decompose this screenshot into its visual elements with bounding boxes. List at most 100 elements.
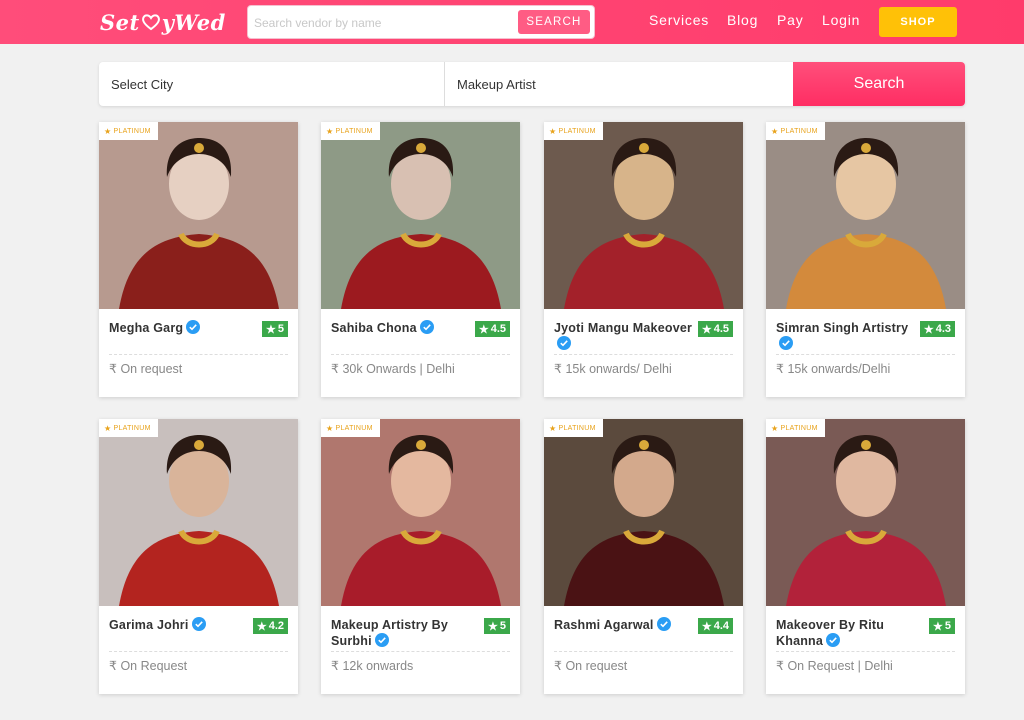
platinum-badge: ★ PLATINUM — [766, 122, 825, 140]
star-icon: ★ — [701, 620, 712, 633]
vendor-card[interactable]: ★ PLATINUM Rashmi Agarwal ★ 4.4 ₹ On req… — [544, 419, 743, 694]
vendor-card[interactable]: ★ PLATINUM Megha Garg ★ 5 ₹ On request — [99, 122, 298, 397]
rupee-icon: ₹ — [776, 659, 784, 673]
badge-label: PLATINUM — [113, 424, 151, 432]
nav-blog[interactable]: Blog — [727, 12, 758, 28]
rating-badge: ★ 5 — [262, 321, 288, 337]
category-select[interactable]: Makeup Artist — [445, 62, 793, 106]
filter-bar: Select City Makeup Artist Search — [99, 62, 965, 106]
badge-label: PLATINUM — [113, 127, 151, 135]
vendor-name[interactable]: Simran Singh Artistry — [776, 320, 916, 352]
verified-check-icon — [826, 633, 841, 647]
card-divider — [109, 354, 288, 355]
rating-value: 4.5 — [713, 323, 729, 335]
vendor-card[interactable]: ★ PLATINUM Garima Johri ★ 4.2 ₹ On Reque… — [99, 419, 298, 694]
vendor-price: ₹ On request — [109, 361, 182, 376]
vendor-name[interactable]: Jyoti Mangu Makeover — [554, 320, 694, 352]
rating-value: 4.5 — [490, 323, 506, 335]
nav-pay[interactable]: Pay — [777, 12, 804, 28]
rating-badge: ★ 5 — [929, 618, 955, 634]
vendor-name-text: Rashmi Agarwal — [554, 618, 654, 632]
card-divider — [109, 651, 288, 652]
rupee-icon: ₹ — [554, 362, 562, 376]
vendor-photo[interactable]: ★ PLATINUM — [99, 122, 298, 309]
rupee-icon: ₹ — [109, 362, 117, 376]
rating-value: 4.3 — [935, 323, 951, 335]
rupee-icon: ₹ — [331, 362, 339, 376]
bride-portrait-image — [766, 122, 965, 309]
vendor-price: ₹ On Request — [109, 658, 187, 673]
bride-portrait-image — [99, 122, 298, 309]
star-icon: ★ — [326, 423, 334, 433]
platinum-badge: ★ PLATINUM — [544, 122, 603, 140]
platinum-badge: ★ PLATINUM — [99, 419, 158, 437]
badge-label: PLATINUM — [558, 127, 596, 135]
vendor-card[interactable]: ★ PLATINUM Jyoti Mangu Makeover ★ 4.5 ₹ … — [544, 122, 743, 397]
platinum-badge: ★ PLATINUM — [99, 122, 158, 140]
verified-check-icon — [656, 617, 671, 631]
vendor-card[interactable]: ★ PLATINUM Makeover By Ritu Khanna ★ 5 ₹… — [766, 419, 965, 694]
star-icon: ★ — [771, 423, 779, 433]
logo[interactable]: Set yWed — [100, 7, 226, 37]
vendor-photo[interactable]: ★ PLATINUM — [99, 419, 298, 606]
star-icon: ★ — [488, 620, 498, 633]
vendor-name[interactable]: Garima Johri — [109, 617, 249, 633]
price-text: On request — [120, 362, 183, 376]
rating-badge: ★ 4.5 — [474, 321, 510, 337]
rating-badge: ★ 4.2 — [252, 618, 288, 634]
vendor-photo[interactable]: ★ PLATINUM — [766, 122, 965, 309]
badge-label: PLATINUM — [558, 424, 596, 432]
price-text: 15k onwards/Delhi — [787, 362, 891, 376]
rating-value: 5 — [499, 620, 506, 632]
vendor-price: ₹ On request — [554, 658, 627, 673]
vendor-price: ₹ 15k onwards/Delhi — [776, 361, 890, 376]
nav-login[interactable]: Login — [822, 12, 860, 28]
card-divider — [554, 354, 733, 355]
vendor-name-text: Makeup Artistry By Surbhi — [331, 618, 449, 648]
star-icon: ★ — [326, 126, 334, 136]
vendor-photo[interactable]: ★ PLATINUM — [321, 122, 520, 309]
platinum-badge: ★ PLATINUM — [321, 419, 380, 437]
card-divider — [776, 354, 955, 355]
star-icon: ★ — [104, 423, 112, 433]
card-divider — [331, 651, 510, 652]
vendor-card[interactable]: ★ PLATINUM Sahiba Chona ★ 4.5 ₹ 30k Onwa… — [321, 122, 520, 397]
city-select[interactable]: Select City — [99, 62, 445, 106]
rating-value: 5 — [277, 323, 284, 335]
vendor-name-text: Simran Singh Artistry — [776, 321, 909, 335]
shop-button[interactable]: SHOP — [879, 7, 957, 37]
bride-portrait-image — [321, 419, 520, 606]
vendor-name[interactable]: Sahiba Chona — [331, 320, 471, 336]
rating-badge: ★ 5 — [484, 618, 510, 634]
vendor-card[interactable]: ★ PLATINUM Makeup Artistry By Surbhi ★ 5… — [321, 419, 520, 694]
vendor-search-button[interactable]: SEARCH — [518, 10, 590, 34]
platinum-badge: ★ PLATINUM — [766, 419, 825, 437]
verified-check-icon — [374, 633, 389, 647]
rupee-icon: ₹ — [109, 659, 117, 673]
vendor-search-input[interactable] — [254, 12, 509, 34]
price-text: 12k onwards — [342, 659, 414, 673]
vendor-name[interactable]: Makeover By Ritu Khanna — [776, 617, 916, 649]
price-text: On Request | Delhi — [787, 659, 893, 673]
platinum-badge: ★ PLATINUM — [544, 419, 603, 437]
card-divider — [554, 651, 733, 652]
vendor-photo[interactable]: ★ PLATINUM — [766, 419, 965, 606]
star-icon: ★ — [933, 620, 943, 633]
vendor-name-text: Jyoti Mangu Makeover — [554, 321, 693, 335]
vendor-card[interactable]: ★ PLATINUM Simran Singh Artistry ★ 4.3 ₹… — [766, 122, 965, 397]
verified-check-icon — [186, 320, 201, 334]
verified-check-icon — [557, 336, 571, 350]
vendor-photo[interactable]: ★ PLATINUM — [321, 419, 520, 606]
vendor-name[interactable]: Makeup Artistry By Surbhi — [331, 617, 471, 649]
filter-search-button[interactable]: Search — [793, 62, 965, 106]
nav-services[interactable]: Services — [649, 12, 709, 28]
logo-text-right: yWed — [161, 9, 226, 35]
card-divider — [331, 354, 510, 355]
vendor-name[interactable]: Rashmi Agarwal — [554, 617, 694, 633]
vendor-name[interactable]: Megha Garg — [109, 320, 249, 336]
vendor-photo[interactable]: ★ PLATINUM — [544, 419, 743, 606]
bride-portrait-image — [544, 419, 743, 606]
bride-portrait-image — [99, 419, 298, 606]
bride-portrait-image — [544, 122, 743, 309]
vendor-photo[interactable]: ★ PLATINUM — [544, 122, 743, 309]
